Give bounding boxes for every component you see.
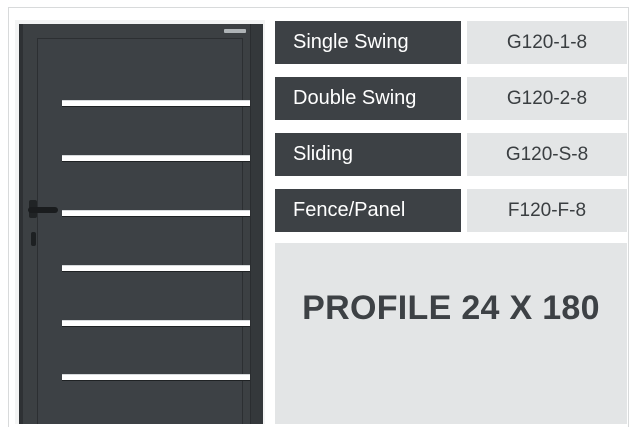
gate-door-leaf	[37, 38, 255, 424]
gate-slat	[62, 210, 255, 217]
door-lock-icon	[31, 232, 36, 246]
gate-slat	[62, 374, 255, 381]
row-code-fence-panel: F120-F-8	[467, 189, 627, 232]
profile-box: PROFILE 24 X 180	[275, 243, 627, 424]
door-handle-icon	[28, 207, 58, 213]
gate-slat	[62, 320, 255, 327]
gate-slat	[62, 100, 255, 107]
row-type-sliding: Sliding	[275, 133, 461, 176]
profile-label: PROFILE 24 X 180	[302, 289, 600, 327]
gate-brand-badge	[224, 29, 246, 33]
gate-slat	[62, 265, 255, 272]
row-type-fence-panel: Fence/Panel	[275, 189, 461, 232]
row-type-single-swing: Single Swing	[275, 21, 461, 64]
row-code-double-swing: G120-2-8	[467, 77, 627, 120]
gate-post	[250, 24, 263, 424]
gate-image	[19, 24, 263, 424]
row-code-single-swing: G120-1-8	[467, 21, 627, 64]
gate-slat	[62, 155, 255, 162]
row-code-sliding: G120-S-8	[467, 133, 627, 176]
row-type-double-swing: Double Swing	[275, 77, 461, 120]
